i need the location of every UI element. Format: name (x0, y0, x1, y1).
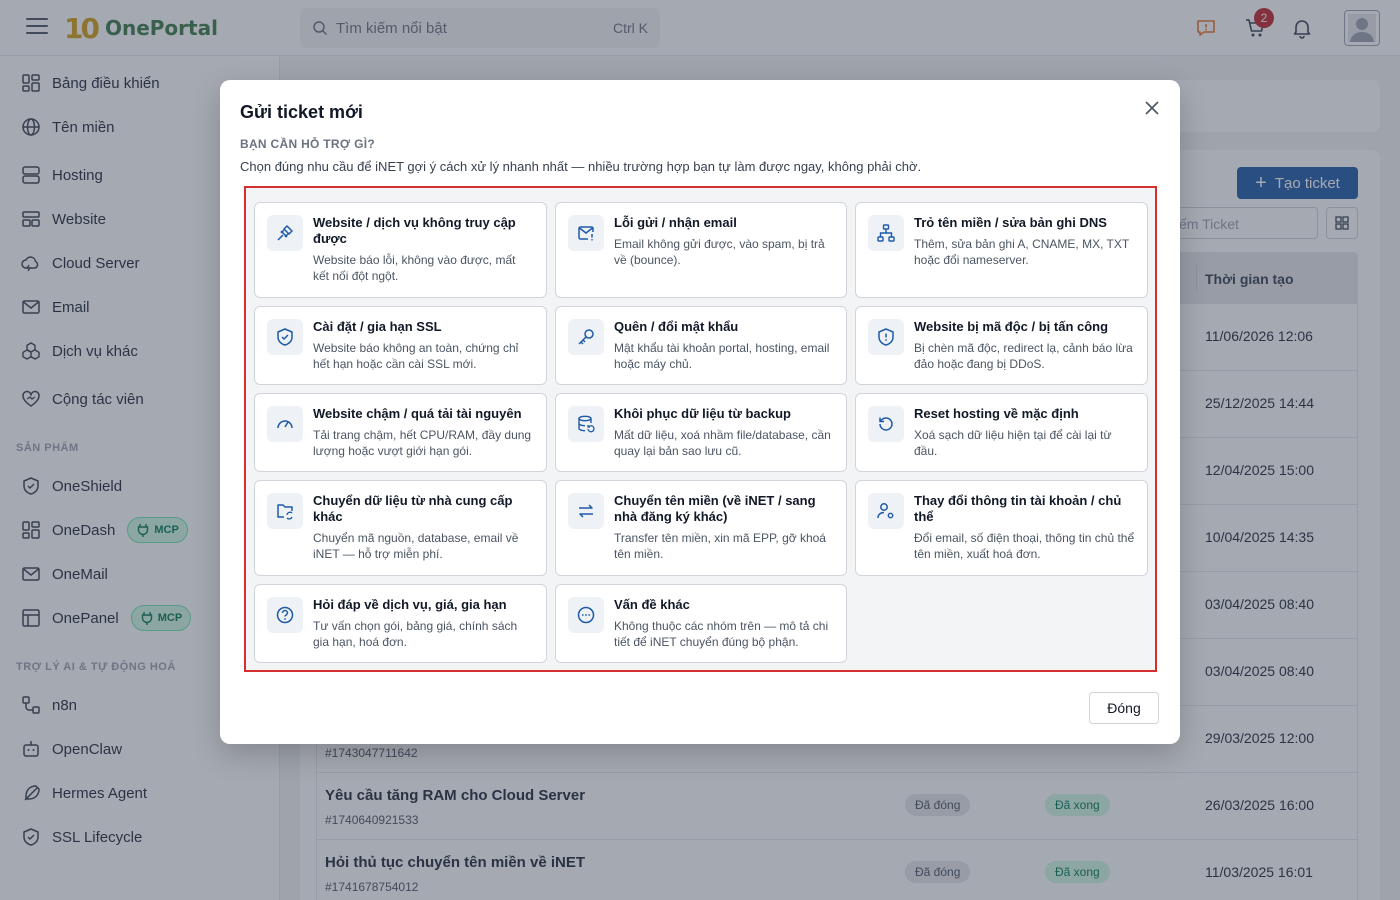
option-description: Không thuộc các nhóm trên — mô tả chi ti… (614, 619, 829, 649)
option-card-ssl[interactable]: Cài đặt / gia hạn SSL Website báo không … (254, 306, 547, 385)
option-title: Website / dịch vụ không truy cập được (313, 215, 516, 246)
dots-circle-icon (568, 597, 604, 633)
option-description: Tư vấn chọn gói, bảng giá, chính sách gi… (313, 619, 518, 649)
gauge-icon (267, 406, 303, 442)
option-title: Chuyển dữ liệu từ nhà cung cấp khác (313, 493, 513, 524)
option-card-password[interactable]: Quên / đổi mật khẩu Mật khẩu tài khoản p… (555, 306, 847, 385)
option-title: Trỏ tên miền / sửa bản ghi DNS (914, 215, 1107, 230)
key-icon (568, 319, 604, 355)
option-card-dns[interactable]: Trỏ tên miền / sửa bản ghi DNS Thêm, sửa… (855, 202, 1148, 298)
option-description: Tải trang chậm, hết CPU/RAM, đầy dung lư… (313, 428, 532, 458)
option-card-malware[interactable]: Website bị mã độc / bị tấn công Bị chèn … (855, 306, 1148, 385)
help-circle-icon (267, 597, 303, 633)
mail-alert-icon (568, 215, 604, 251)
arrows-swap-icon (568, 493, 604, 529)
option-description: Email không gửi được, vào spam, bị trả v… (614, 237, 825, 267)
option-description: Xoá sạch dữ liệu hiện tại để cài lại từ … (914, 428, 1112, 458)
option-description: Thêm, sửa bản ghi A, CNAME, MX, TXT hoặc… (914, 237, 1129, 267)
modal-title: Gửi ticket mới (240, 102, 363, 122)
option-title: Website chậm / quá tải tài nguyên (313, 406, 522, 421)
option-description: Transfer tên miền, xin mã EPP, gỡ khoá t… (614, 531, 826, 561)
network-icon (868, 215, 904, 251)
close-button[interactable]: Đóng (1089, 692, 1159, 724)
option-card-reset-hosting[interactable]: Reset hosting về mặc định Xoá sạch dữ li… (855, 393, 1148, 472)
option-card-domain-transfer[interactable]: Chuyển tên miền (về iNET / sang nhà đăng… (555, 480, 847, 576)
option-card-faq[interactable]: Hỏi đáp về dịch vụ, giá, gia hạn Tư vấn … (254, 584, 547, 663)
option-description: Website báo lỗi, không vào được, mất kết… (313, 253, 516, 283)
support-options-grid: Website / dịch vụ không truy cập được We… (244, 186, 1157, 672)
option-title: Website bị mã độc / bị tấn công (914, 319, 1109, 334)
option-title: Lỗi gửi / nhận email (614, 215, 737, 230)
option-description: Website báo không an toàn, chứng chỉ hết… (313, 341, 519, 371)
option-description: Mất dữ liệu, xoá nhầm file/database, cần… (614, 428, 831, 458)
shield-check-icon (267, 319, 303, 355)
option-card-slow-website[interactable]: Website chậm / quá tải tài nguyên Tải tr… (254, 393, 547, 472)
option-card-email-error[interactable]: Lỗi gửi / nhận email Email không gửi đượ… (555, 202, 847, 298)
option-card-data-migration[interactable]: Chuyển dữ liệu từ nhà cung cấp khác Chuy… (254, 480, 547, 576)
option-card-other[interactable]: Vấn đề khác Không thuộc các nhóm trên — … (555, 584, 847, 663)
option-title: Chuyển tên miền (về iNET / sang nhà đăng… (614, 493, 816, 524)
option-title: Quên / đổi mật khẩu (614, 319, 739, 334)
plug-icon (267, 215, 303, 251)
rotate-ccw-icon (868, 406, 904, 442)
option-card-account-info[interactable]: Thay đổi thông tin tài khoản / chủ thể Đ… (855, 480, 1148, 576)
user-cog-icon (868, 493, 904, 529)
option-title: Khôi phục dữ liệu từ backup (614, 406, 791, 421)
new-ticket-modal: Gửi ticket mới BẠN CẦN HỖ TRỢ GÌ? Chọn đ… (220, 80, 1180, 744)
database-restore-icon (568, 406, 604, 442)
modal-description: Chọn đúng nhu cầu để iNET gợi ý cách xử … (240, 159, 922, 174)
option-card-backup-restore[interactable]: Khôi phục dữ liệu từ backup Mất dữ liệu,… (555, 393, 847, 472)
option-card-website-unreachable[interactable]: Website / dịch vụ không truy cập được We… (254, 202, 547, 298)
close-icon[interactable] (1142, 98, 1162, 118)
option-description: Mật khẩu tài khoản portal, hosting, emai… (614, 341, 830, 371)
shield-alert-icon (868, 319, 904, 355)
option-title: Hỏi đáp về dịch vụ, giá, gia hạn (313, 597, 507, 612)
modal-question: BẠN CẦN HỖ TRỢ GÌ? (240, 137, 375, 151)
option-description: Đổi email, số điện thoại, thông tin chủ … (914, 531, 1135, 561)
option-title: Reset hosting về mặc định (914, 406, 1079, 421)
folder-sync-icon (267, 493, 303, 529)
option-title: Vấn đề khác (614, 597, 690, 612)
option-description: Bị chèn mã độc, redirect lạ, cảnh báo lừ… (914, 341, 1133, 371)
option-description: Chuyển mã nguồn, database, email về iNET… (313, 531, 519, 561)
option-title: Thay đổi thông tin tài khoản / chủ thể (914, 493, 1122, 524)
option-title: Cài đặt / gia hạn SSL (313, 319, 442, 334)
